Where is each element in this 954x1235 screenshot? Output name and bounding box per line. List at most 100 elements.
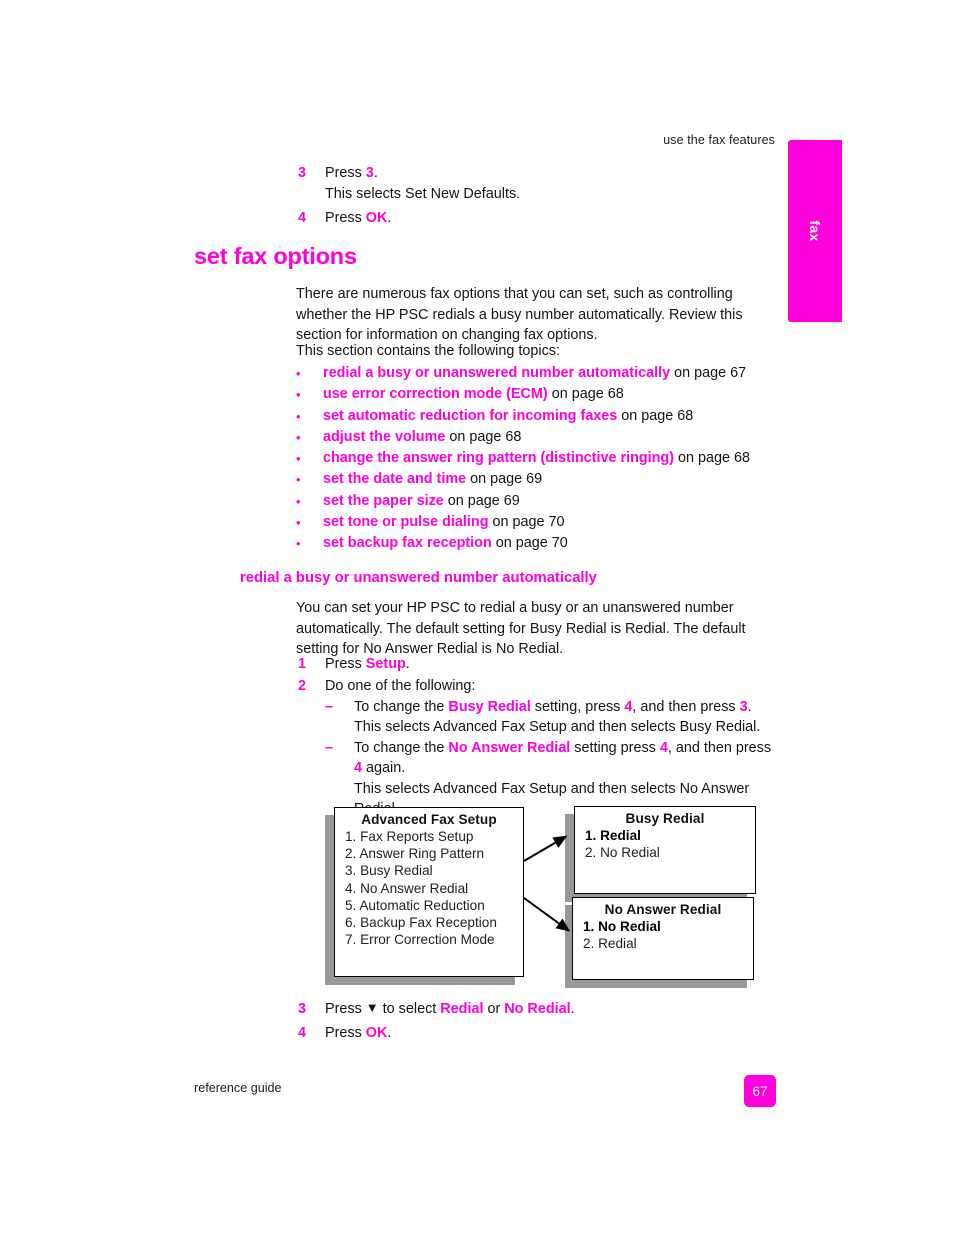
topic-list-item[interactable]: • set tone or pulse dialing on page 70: [296, 512, 766, 533]
step-body: Press Setup.: [325, 654, 768, 675]
step-number: 4: [298, 1025, 307, 1041]
step-number: 2: [298, 678, 307, 694]
topic-page-reference: on page 69: [443, 492, 520, 509]
section-intro-paragraph: There are numerous fax options that you …: [296, 286, 743, 343]
step-line: Press 3.: [325, 163, 768, 184]
key-label-3: 3: [739, 698, 748, 715]
topic-list-item[interactable]: • set automatic reduction for incoming fa…: [296, 406, 766, 427]
topic-list-item[interactable]: • set the paper size on page 69: [296, 491, 766, 512]
topic-page-reference: on page 68: [445, 428, 522, 445]
step-number: 3: [298, 165, 307, 181]
topic-cross-reference-link[interactable]: adjust the volume: [323, 429, 445, 445]
bullet-dot-icon: •: [296, 408, 301, 424]
text-part: Press: [325, 1025, 366, 1041]
arrow-to-busy-redial: [523, 835, 568, 862]
bullet-dot-icon: •: [296, 536, 301, 552]
menu-flow-diagram: Advanced Fax Setup 1. Fax Reports Setup 2…: [325, 805, 765, 995]
bullet-dot-icon: •: [296, 493, 301, 509]
step-text-end: .: [387, 210, 392, 226]
step-body: Do one of the following: – To change the…: [325, 676, 778, 820]
topic-text: set tone or pulse dialing on page 70: [323, 512, 766, 533]
text-part: , and then press: [667, 739, 772, 756]
running-header: use the fax features: [663, 133, 775, 147]
key-label-4: 4: [659, 739, 668, 756]
topic-list-item[interactable]: • adjust the volume on page 68: [296, 427, 766, 448]
topic-text: set the paper size on page 69: [323, 491, 766, 512]
menu-label-no-answer-redial: No Answer Redial: [448, 739, 571, 756]
topic-text: adjust the volume on page 68: [323, 427, 766, 448]
text-part: or: [483, 1001, 505, 1017]
text-part: .: [387, 1025, 392, 1041]
topic-page-reference: on page 70: [491, 535, 568, 552]
bullet-dot-icon: •: [296, 472, 301, 488]
key-label-ok: OK: [365, 210, 388, 226]
text-part: again.: [362, 760, 406, 776]
topic-list-item[interactable]: • redial a busy or unanswered number auto…: [296, 363, 766, 384]
sub-item-busy-redial: – To change the Busy Redial setting, pre…: [325, 697, 778, 738]
step-3-select: 3 Press ▼ to select Redial or No Redial.: [298, 999, 768, 1020]
key-label-setup: Setup: [365, 656, 406, 672]
step-line: Press OK.: [325, 208, 768, 229]
step-number: 4: [298, 210, 307, 226]
topic-cross-reference-link[interactable]: set tone or pulse dialing: [323, 514, 489, 530]
key-label-ok: OK: [365, 1025, 388, 1041]
diagram-arrows: [523, 835, 571, 932]
footer-label: reference guide: [194, 1081, 282, 1095]
topic-cross-reference-link[interactable]: set the paper size: [323, 493, 444, 509]
step-text: Press: [325, 210, 366, 226]
step-1-setup: 1 Press Setup.: [298, 654, 768, 675]
step-3-top: 3 Press 3. This selects Set New Defaults…: [298, 163, 768, 204]
topic-cross-reference-link[interactable]: set backup fax reception: [323, 535, 492, 551]
topic-list-item[interactable]: • set backup fax reception on page 70: [296, 533, 766, 554]
topics-list: • redial a busy or unanswered number auto…: [296, 363, 766, 555]
bullet-dot-icon: •: [296, 366, 301, 381]
step-2-choose: 2 Do one of the following: – To change t…: [298, 676, 778, 820]
document-page: use the fax features fax 3 Press 3. This…: [0, 0, 954, 1235]
text-part: setting press: [570, 739, 660, 756]
step-line: Press ▼ to select Redial or No Redial.: [325, 999, 768, 1020]
step-lead-in: Do one of the following:: [325, 678, 476, 694]
topic-text: set automatic reduction for incoming fax…: [323, 406, 766, 427]
page-number-badge: 67: [744, 1075, 776, 1107]
text-part: .: [570, 1001, 575, 1017]
step-body: Press OK.: [325, 1023, 768, 1044]
step-body: Press OK.: [325, 208, 768, 229]
step-body: Press 3. This selects Set New Defaults.: [325, 163, 768, 204]
step-text: Press: [325, 656, 366, 672]
step-text-end: .: [373, 165, 378, 181]
down-arrow-icon: ▼: [365, 1000, 379, 1015]
chapter-thumb-tab-fax: fax: [788, 140, 842, 322]
sub-item-text: To change the Busy Redial setting, press…: [354, 697, 778, 738]
bullet-dot-icon: •: [296, 387, 301, 403]
bullet-dot-icon: •: [296, 451, 301, 467]
step-number: 1: [298, 656, 307, 672]
subsection-intro-paragraph: You can set your HP PSC to redial a busy…: [296, 600, 746, 657]
topic-page-reference: on page 69: [466, 471, 543, 488]
topics-lead-in: This section contains the following topi…: [296, 343, 560, 359]
step-note: This selects Set New Defaults.: [325, 185, 521, 202]
topic-cross-reference-link[interactable]: use error correction mode (ECM): [323, 386, 548, 402]
topic-list-item[interactable]: • set the date and time on page 69: [296, 469, 766, 490]
topic-cross-reference-link[interactable]: set the date and time: [323, 471, 466, 487]
step-body: Press ▼ to select Redial or No Redial.: [325, 999, 768, 1020]
dash-marker: –: [325, 698, 334, 715]
topic-text: use error correction mode (ECM) on page …: [323, 384, 766, 405]
dash-marker: –: [325, 739, 334, 756]
text-part: , and then press: [632, 698, 740, 715]
subsection-heading: redial a busy or unanswered number autom…: [240, 570, 597, 586]
key-label-3: 3: [365, 165, 374, 181]
step-number: 3: [298, 1001, 307, 1017]
chapter-thumb-tab-label: fax: [807, 220, 823, 242]
topic-list-item[interactable]: • change the answer ring pattern (distinc…: [296, 448, 766, 469]
topic-list-item[interactable]: • use error correction mode (ECM) on page…: [296, 384, 766, 405]
topic-cross-reference-link[interactable]: change the answer ring pattern (distinct…: [323, 450, 674, 466]
text-part: Press: [325, 1001, 366, 1017]
step-4-ok: 4 Press OK.: [298, 1023, 768, 1044]
text-part: To change the: [354, 739, 449, 756]
step-line: Press Setup.: [325, 654, 768, 675]
topic-cross-reference-link[interactable]: set automatic reduction for incoming fax…: [323, 408, 617, 424]
text-part: To change the: [354, 698, 449, 715]
text-part: to select: [378, 1001, 441, 1017]
topic-cross-reference-link[interactable]: redial a busy or unanswered number autom…: [323, 365, 670, 381]
text-part: .: [747, 698, 752, 715]
